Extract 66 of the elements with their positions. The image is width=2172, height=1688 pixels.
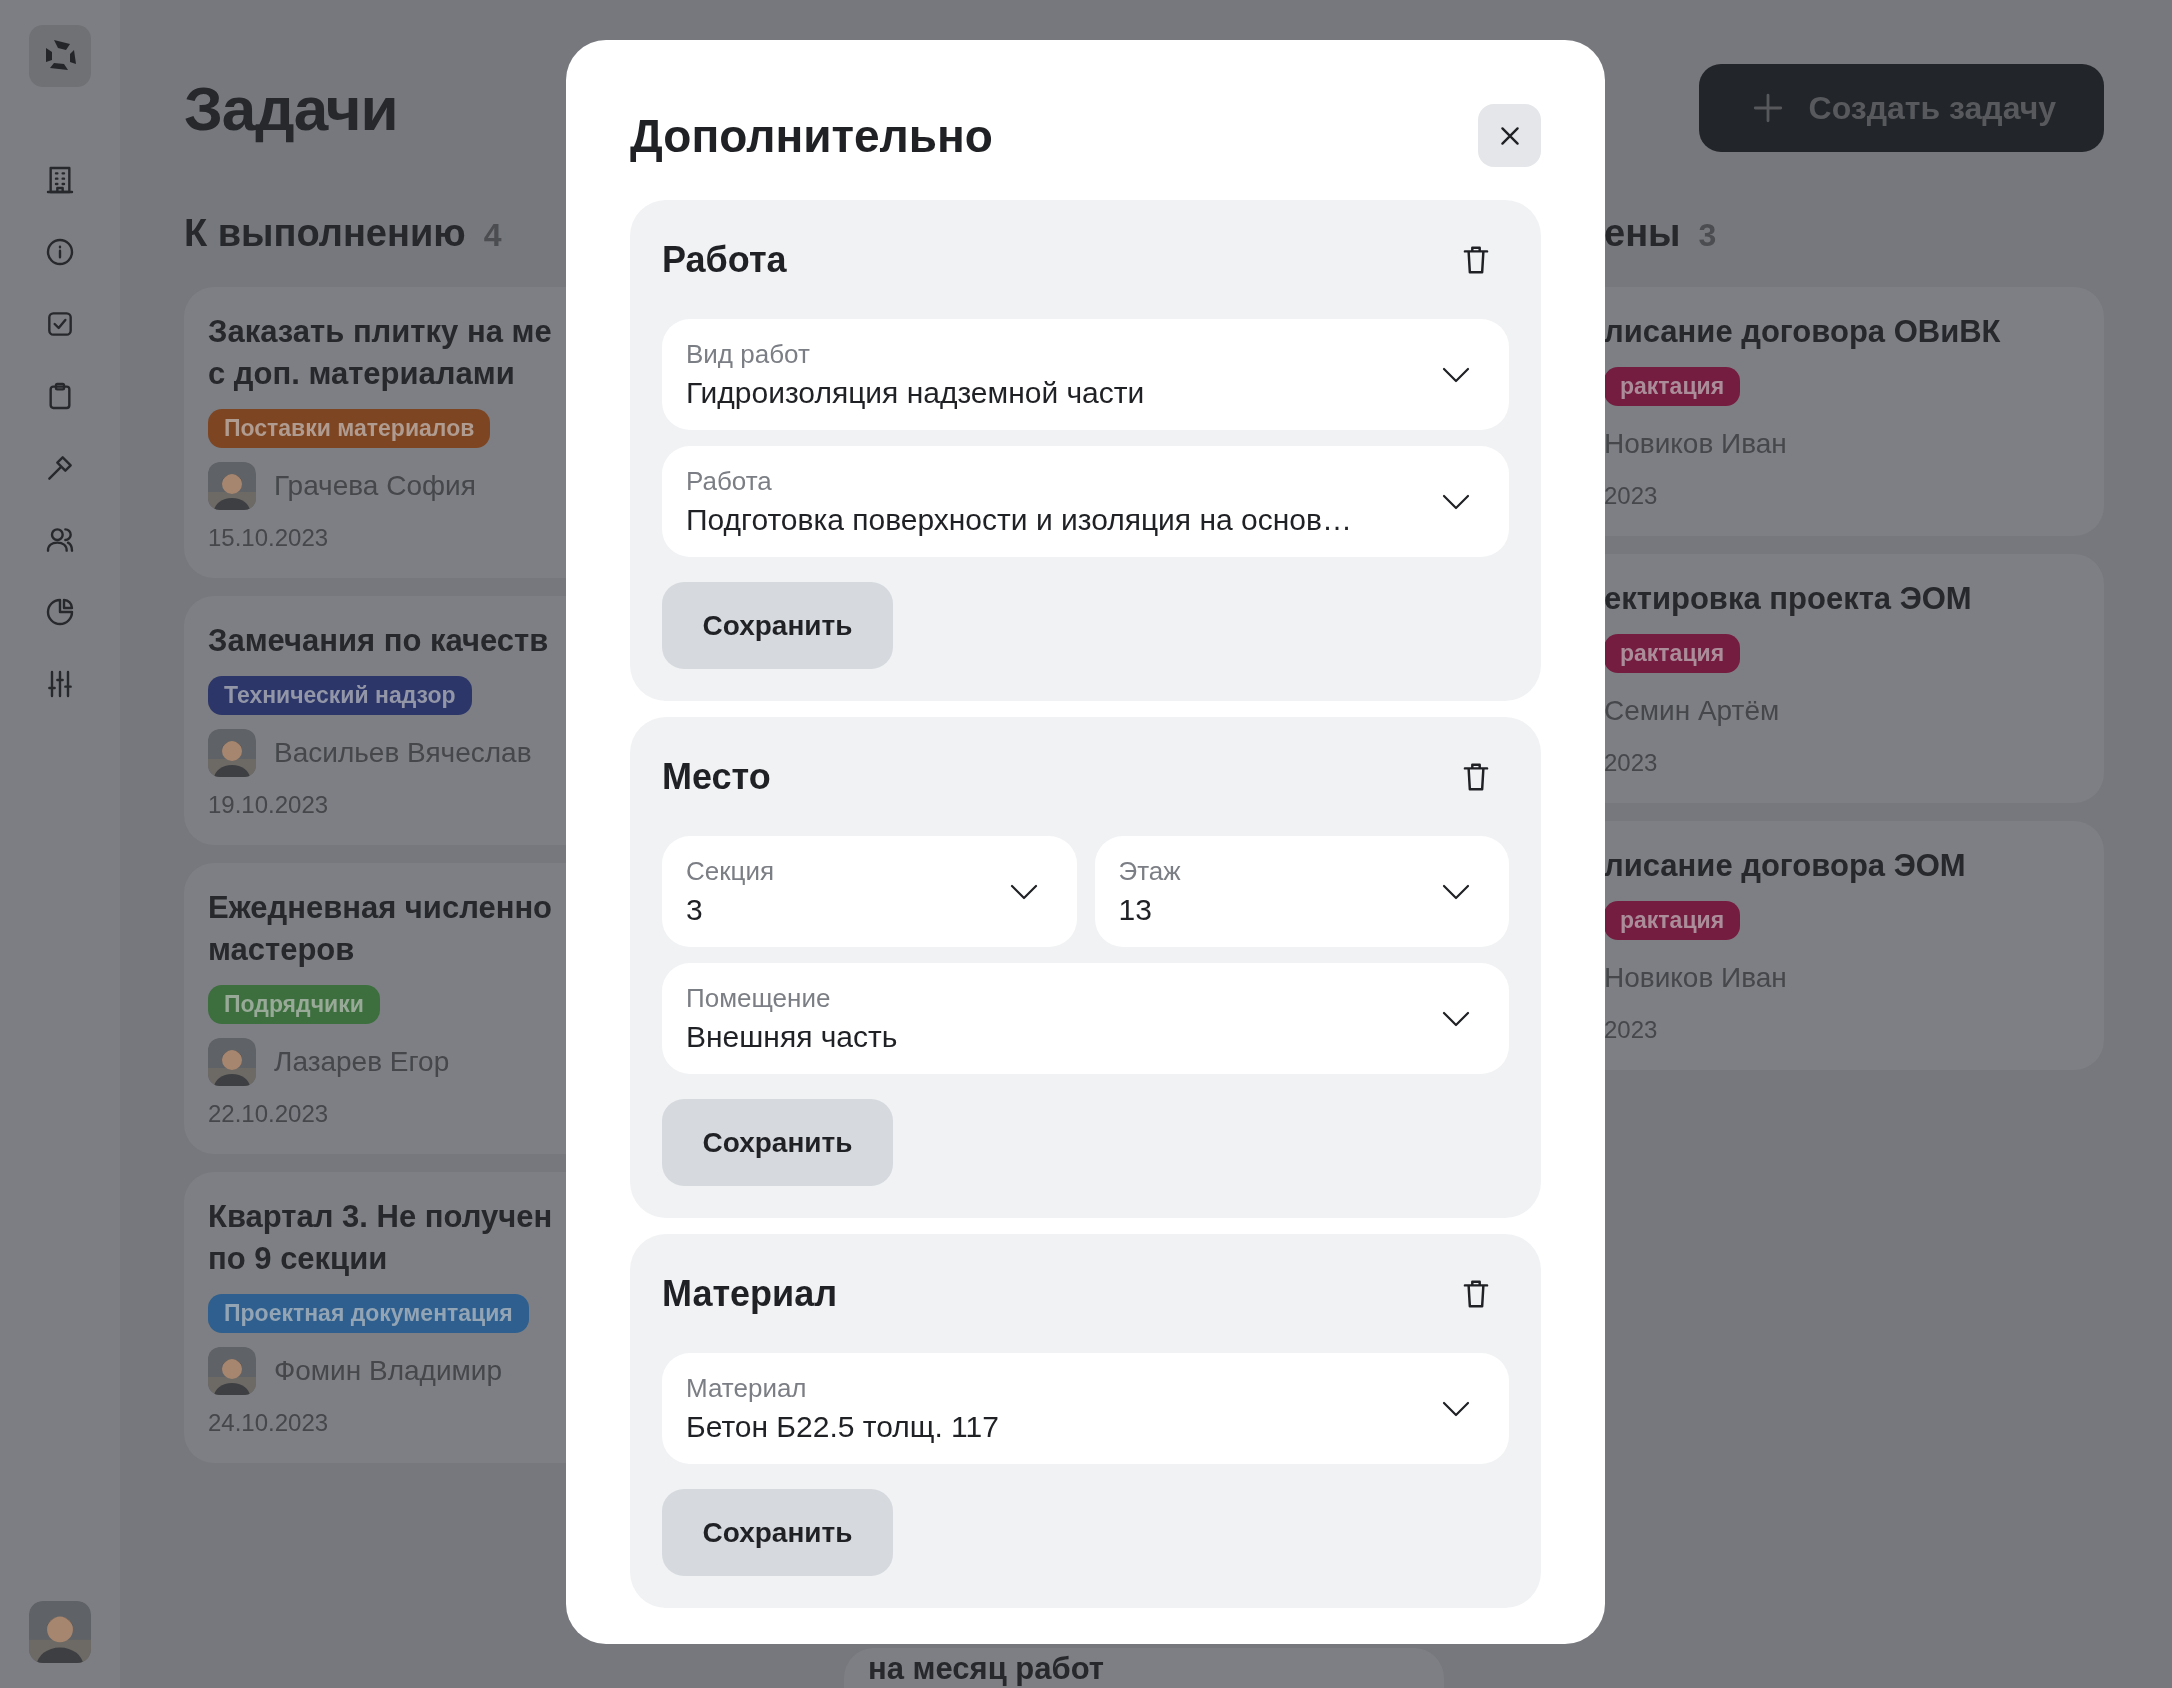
assignee-name: Грачева София (274, 470, 476, 502)
category-tag: Технический надзор (208, 676, 472, 715)
assignee-name: Семин Артём (1604, 695, 1780, 727)
trash-icon[interactable] (1461, 761, 1491, 793)
chevron-down-icon (1441, 882, 1471, 901)
task-title: ектировка проекта ЭОМ (1604, 580, 1972, 618)
category-tag: Поставки материалов (208, 409, 491, 448)
trash-icon[interactable] (1461, 244, 1491, 276)
select-field[interactable]: Работа Подготовка поверхности и изоляция на основ… (662, 446, 1509, 557)
trash-icon[interactable] (1461, 1278, 1491, 1310)
save-button[interactable]: Сохранить (662, 1489, 893, 1576)
field-label: Работа (686, 466, 773, 497)
task-title: Заказать плитку на ме (208, 313, 552, 351)
category-tag: рактация (1604, 901, 1741, 940)
assignee-name: Новиков Иван (1604, 962, 1787, 994)
due-date: 15.10.2023 (208, 524, 329, 552)
close-button[interactable] (1478, 104, 1541, 167)
field-label: Этаж (1118, 856, 1181, 887)
chevron-down-icon (1441, 492, 1471, 511)
category-tag: рактация (1604, 367, 1741, 406)
assignee-name: Васильев Вячеслав (274, 737, 532, 769)
dialog-title: Дополнительно (630, 108, 993, 163)
select-field[interactable]: Этаж 13 (1094, 836, 1509, 947)
assignee-name: Фомин Владимир (274, 1355, 503, 1387)
task-title: Квартал 3. Не получен (208, 1198, 553, 1236)
task-title: лисание договора ЭОМ (1604, 847, 1966, 885)
field-value: 13 (1118, 893, 1153, 927)
task-title: мастеров (208, 931, 356, 969)
due-date: 19.10.2023 (208, 791, 329, 819)
column-title: К выполнению (184, 212, 466, 255)
task-title: на месяц работ (868, 1650, 1104, 1688)
task-title: по 9 секции (208, 1240, 389, 1278)
task-card[interactable]: на месяц работ (844, 1648, 1444, 1688)
category-tag: рактация (1604, 634, 1741, 673)
chevron-down-icon (1441, 365, 1471, 384)
due-date: 2023 (1604, 1016, 1658, 1044)
section-title: Работа (662, 239, 787, 281)
task-title: с доп. материалами (208, 355, 516, 393)
field-value: 3 (686, 893, 704, 927)
assignee-name: Лазарев Егор (274, 1046, 450, 1078)
select-field[interactable]: Вид работ Гидроизоляция надземной части (662, 319, 1509, 430)
pie-chart-icon[interactable] (44, 596, 76, 628)
due-date: 22.10.2023 (208, 1100, 329, 1128)
category-tag: Проектная документация (208, 1294, 529, 1333)
due-date: 2023 (1604, 482, 1658, 510)
select-field[interactable]: Помещение Внешняя часть (662, 963, 1509, 1074)
select-field[interactable]: Секция 3 (662, 836, 1077, 947)
chevron-down-icon (1008, 882, 1039, 901)
chevron-down-icon (1441, 1009, 1471, 1028)
section-title: Место (662, 756, 771, 798)
category-tag: Подрядчики (208, 985, 380, 1024)
column-title: ены (1604, 212, 1681, 255)
logo-icon[interactable] (29, 25, 91, 87)
due-date: 2023 (1604, 749, 1658, 777)
chevron-down-icon (1441, 1399, 1471, 1418)
save-button[interactable]: Сохранить (662, 582, 893, 669)
building-icon[interactable] (44, 164, 76, 196)
task-title: лисание договора ОВиВК (1604, 313, 2001, 351)
page-title: Задачи (184, 72, 398, 144)
info-icon[interactable] (44, 236, 76, 268)
assignee-name: Новиков Иван (1604, 428, 1787, 460)
save-button[interactable]: Сохранить (662, 1099, 893, 1186)
due-date: 24.10.2023 (208, 1409, 329, 1437)
task-title: Ежедневная численно (208, 889, 553, 927)
select-field[interactable]: Материал Бетон Б22.5 толщ. 117 (662, 1353, 1509, 1464)
task-title: Замечания по качеств (208, 622, 549, 660)
